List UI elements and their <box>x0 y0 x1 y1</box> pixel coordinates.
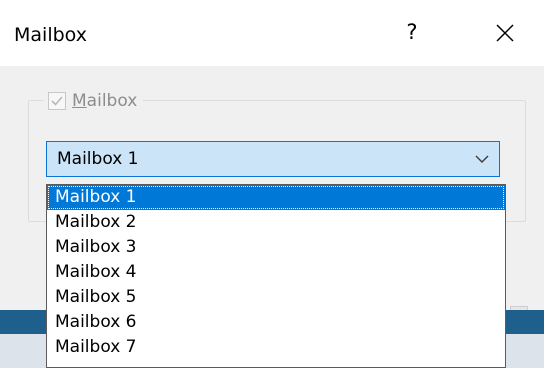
dropdown-option[interactable]: Mailbox 1 <box>47 185 505 210</box>
close-icon[interactable] <box>490 18 520 48</box>
mailbox-checkbox-label[interactable]: Mailbox <box>72 91 137 111</box>
check-icon <box>51 96 63 106</box>
mnemonic-letter: M <box>72 91 87 111</box>
dropdown-option[interactable]: Mailbox 2 <box>47 210 505 235</box>
mailbox-checkbox[interactable] <box>48 92 66 110</box>
dropdown-option[interactable]: Mailbox 3 <box>47 235 505 260</box>
dropdown-option[interactable]: Mailbox 4 <box>47 260 505 285</box>
dropdown-options: Mailbox 1 Mailbox 2 Mailbox 3 Mailbox 4 Mail… <box>47 185 505 360</box>
title-bar: Mailbox ? <box>0 0 544 66</box>
label-rest: ailbox <box>86 91 138 111</box>
mailbox-combobox[interactable]: Mailbox 1 <box>46 141 500 177</box>
dropdown-option[interactable]: Mailbox 6 <box>47 310 505 335</box>
window-title: Mailbox <box>14 24 87 46</box>
dropdown-option[interactable]: Mailbox 5 <box>47 285 505 310</box>
help-icon[interactable]: ? <box>402 20 422 48</box>
dropdown-option[interactable]: Mailbox 7 <box>47 335 505 360</box>
combobox-value: Mailbox 1 <box>57 149 139 169</box>
chevron-down-icon <box>475 155 489 163</box>
groupbox-legend: Mailbox <box>44 88 144 114</box>
mailbox-dropdown-list[interactable]: Mailbox 1 Mailbox 2 Mailbox 3 Mailbox 4 Mail… <box>46 184 506 368</box>
